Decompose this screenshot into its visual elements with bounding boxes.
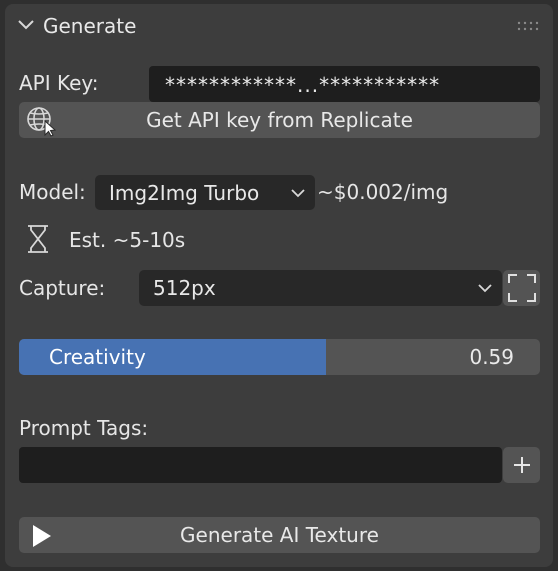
- generate-ai-texture-label: Generate AI Texture: [180, 523, 379, 547]
- estimate-text: Est. ~5-10s: [69, 228, 186, 252]
- capture-label: Capture:: [19, 276, 106, 300]
- get-api-key-button[interactable]: Get API key from Replicate: [19, 102, 540, 138]
- play-icon: [33, 525, 51, 547]
- prompt-tags-label: Prompt Tags:: [19, 416, 149, 440]
- prompt-tags-input[interactable]: [19, 447, 502, 483]
- model-dropdown[interactable]: Img2Img Turbo: [95, 175, 315, 210]
- chevron-down-icon[interactable]: [17, 18, 35, 32]
- capture-dropdown[interactable]: 512px: [139, 270, 502, 306]
- fullscreen-button[interactable]: [503, 270, 540, 306]
- creativity-label: Creativity: [49, 345, 146, 369]
- add-tag-button[interactable]: [503, 447, 540, 483]
- api-key-label: API Key:: [19, 71, 99, 95]
- model-label: Model:: [19, 180, 86, 204]
- model-selected: Img2Img Turbo: [109, 181, 260, 205]
- get-api-key-label: Get API key from Replicate: [146, 108, 413, 132]
- panel-header[interactable]: Generate: [5, 4, 553, 46]
- panel-title: Generate: [43, 14, 137, 38]
- drag-handle-icon[interactable]: [517, 21, 539, 31]
- chevron-down-icon: [291, 189, 305, 198]
- api-key-value: ************...***********: [165, 73, 441, 97]
- generate-panel: Generate API Key: ************...*******…: [5, 4, 553, 567]
- capture-selected: 512px: [153, 276, 216, 300]
- plus-icon: [513, 457, 530, 473]
- globe-icon: [27, 107, 57, 137]
- creativity-slider[interactable]: Creativity 0.59: [19, 339, 540, 375]
- chevron-down-icon: [478, 284, 492, 293]
- fullscreen-icon: [507, 274, 536, 302]
- model-price: ~$0.002/img: [317, 180, 449, 204]
- generate-ai-texture-button[interactable]: Generate AI Texture: [19, 517, 540, 553]
- hourglass-icon: [28, 225, 48, 253]
- creativity-value: 0.59: [469, 345, 514, 369]
- api-key-field[interactable]: ************...***********: [149, 66, 540, 102]
